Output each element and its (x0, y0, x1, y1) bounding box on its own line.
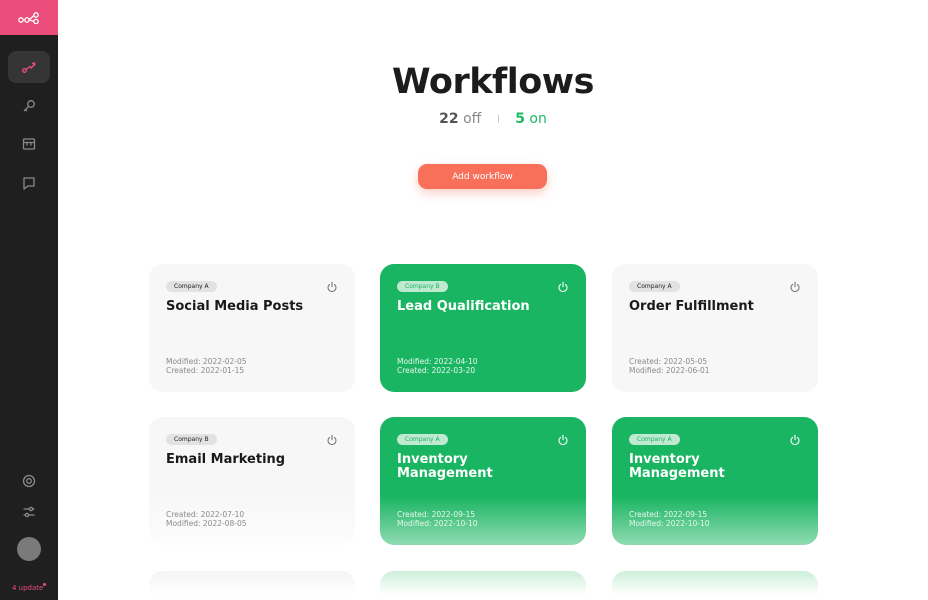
nav-settings[interactable] (8, 496, 50, 528)
on-count: 5 (515, 111, 525, 127)
update-dot (43, 583, 46, 586)
workflow-date-2: Modified: 2022-10-10 (629, 519, 710, 528)
workflow-card[interactable]: Company B Lead Qualification Modified: 2… (380, 264, 586, 392)
company-badge: Company A (166, 281, 217, 292)
workflow-name: Inventory Management (629, 452, 725, 481)
sliders-icon (23, 506, 35, 518)
company-badge: Company B (397, 281, 448, 292)
workflow-date-1: Created: 2022-05-05 (629, 357, 708, 366)
workflow-date-2: Modified: 2022-06-01 (629, 366, 710, 375)
avatar[interactable] (17, 537, 41, 561)
workflow-date-2: Created: 2022-01-15 (166, 366, 245, 375)
add-workflow-button[interactable]: Add workflow (418, 164, 547, 189)
off-label: off (463, 111, 482, 127)
workflow-name: Inventory Management (397, 452, 493, 481)
workflow-date-1: Modified: 2022-02-05 (166, 357, 247, 366)
workflow-card-partial (612, 571, 818, 600)
workflow-name: Order Fulfillment (629, 299, 754, 314)
power-icon[interactable] (557, 434, 569, 446)
nav-help[interactable] (8, 465, 50, 497)
workflow-card[interactable]: Company B Email Marketing Created: 2022-… (149, 417, 355, 545)
workflow-date-2: Modified: 2022-08-05 (166, 519, 247, 528)
company-badge: Company A (397, 434, 448, 445)
workflow-date-2: Created: 2022-03-20 (397, 366, 476, 375)
power-icon[interactable] (326, 434, 338, 446)
chat-icon (23, 177, 35, 190)
nav-feedback[interactable] (8, 167, 50, 199)
on-label: on (529, 111, 547, 127)
power-icon[interactable] (557, 281, 569, 293)
workflow-card[interactable]: Company A Order Fulfillment Created: 202… (612, 264, 818, 392)
key-icon (23, 100, 35, 112)
company-badge: Company A (629, 281, 680, 292)
workflow-date-1: Created: 2022-09-15 (397, 510, 476, 519)
workflow-counts: 22 off 5 on (58, 111, 928, 127)
update-link[interactable]: 4 update (12, 584, 43, 592)
nav-store[interactable] (8, 128, 50, 160)
route-icon (22, 62, 36, 73)
off-count: 22 (439, 111, 459, 127)
sidebar: 4 update (0, 0, 58, 600)
workflow-name: Social Media Posts (166, 299, 304, 314)
workflow-card[interactable]: Company A Inventory Management Created: … (612, 417, 818, 545)
nav-workflows[interactable] (8, 51, 50, 83)
workflow-name: Lead Qualification (397, 299, 530, 314)
nav-keys[interactable] (8, 90, 50, 122)
workflow-date-1: Created: 2022-07-10 (166, 510, 245, 519)
workflow-card[interactable]: Company A Inventory Management Created: … (380, 417, 586, 545)
workflow-card[interactable]: Company A Social Media Posts Modified: 2… (149, 264, 355, 392)
workflow-logo-icon (18, 11, 39, 24)
workflow-name: Email Marketing (166, 452, 286, 467)
workflow-card-partial (149, 571, 355, 600)
power-icon[interactable] (326, 281, 338, 293)
count-divider (497, 115, 499, 123)
logo[interactable] (0, 0, 58, 35)
store-icon (22, 138, 36, 150)
page-title: Workflows (392, 62, 594, 102)
workflow-date-1: Created: 2022-09-15 (629, 510, 708, 519)
power-icon[interactable] (789, 281, 801, 293)
company-badge: Company A (629, 434, 680, 445)
power-icon[interactable] (789, 434, 801, 446)
workflow-date-1: Modified: 2022-04-10 (397, 357, 478, 366)
company-badge: Company B (166, 434, 217, 445)
lifebuoy-icon (22, 474, 36, 488)
workflow-date-2: Modified: 2022-10-10 (397, 519, 478, 528)
workflow-card-partial (380, 571, 586, 600)
